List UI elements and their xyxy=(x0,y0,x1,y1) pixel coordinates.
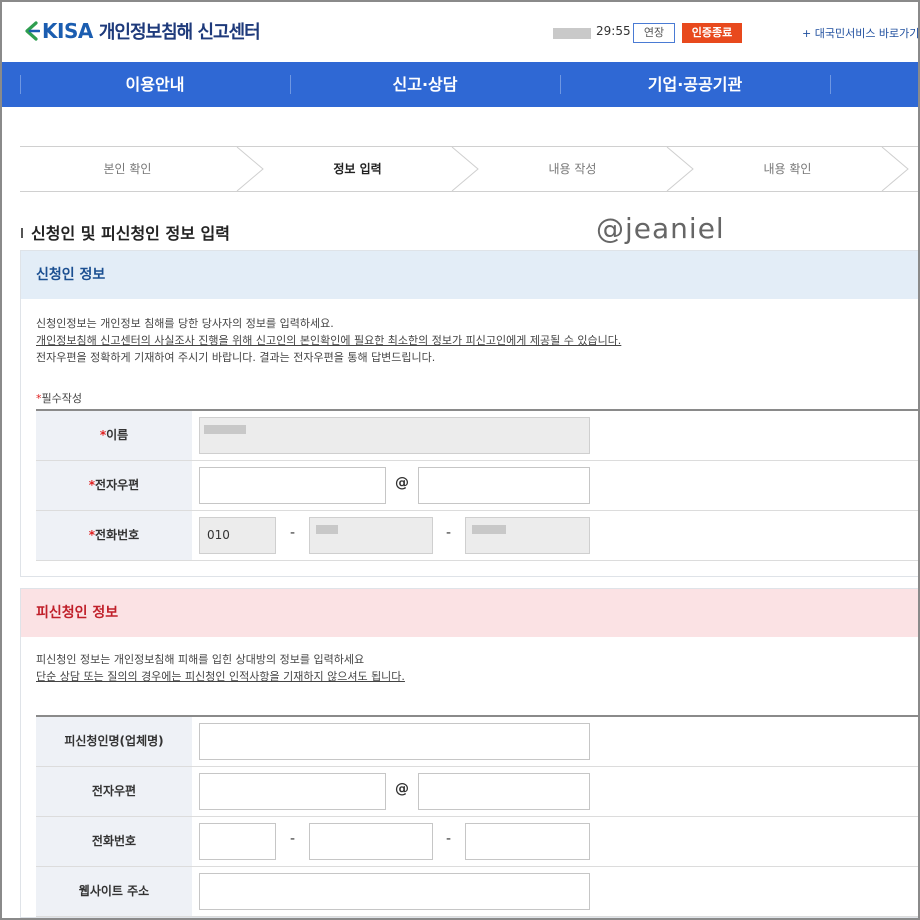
applicant-heading: 신청인 정보 xyxy=(21,251,920,299)
respondent-website-label: 웹사이트 주소 xyxy=(36,867,192,916)
top-bar: KISA 개인정보침해 신고센터 29:55 연장 인증종료 + 대국민서비스 … xyxy=(0,0,920,62)
step-content-write: 내용 작성 xyxy=(548,162,597,176)
step-identity: 본인 확인 xyxy=(103,162,152,176)
respondent-name-label: 피신청인명(업체명) xyxy=(36,717,192,766)
respondent-email-row: 전자우편 @ xyxy=(36,767,920,817)
required-note-text: 필수작성 xyxy=(41,392,82,405)
redacted-phone-last xyxy=(472,525,506,534)
respondent-desc-1: 피신청인 정보는 개인정보침해 피해를 입힌 상대방의 정보를 입력하세요 xyxy=(36,653,365,666)
site-logo[interactable]: KISA 개인정보침해 신고센터 xyxy=(24,18,261,44)
applicant-phone-last-input[interactable] xyxy=(465,517,590,554)
session-timer: 29:55 xyxy=(596,24,631,38)
nav-divider xyxy=(830,75,831,94)
applicant-name-label: *이름 xyxy=(36,411,192,460)
applicant-desc-2: 개인정보침해 신고센터의 사실조사 진행을 위해 신고인의 본인확인에 필요한 … xyxy=(36,334,622,347)
respondent-email-label: 전자우편 xyxy=(36,767,192,816)
respondent-website-row: 웹사이트 주소 xyxy=(36,867,920,917)
applicant-email-domain-input[interactable] xyxy=(418,467,590,504)
applicant-name-row: *이름 xyxy=(36,411,920,461)
redacted-name xyxy=(204,425,246,434)
at-sign: @ xyxy=(395,475,409,491)
applicant-phone-prefix-input[interactable]: 010 xyxy=(199,517,276,554)
dash: - xyxy=(446,525,452,541)
applicant-name-input[interactable] xyxy=(199,417,590,454)
dash: - xyxy=(446,831,452,847)
respondent-desc-2: 단순 상담 또는 질의의 경우에는 피신청인 인적사항을 기재하지 않으셔도 됩… xyxy=(36,670,405,683)
respondent-phone-prefix-input[interactable] xyxy=(199,823,276,860)
main-nav: 이용안내 신고·상담 기업·공공기관 xyxy=(0,62,920,107)
dash: - xyxy=(290,831,296,847)
section-title-text: 신청인 및 피신청인 정보 입력 xyxy=(31,224,230,243)
applicant-phone-label: *전화번호 xyxy=(36,511,192,560)
redacted-user-name xyxy=(553,28,591,39)
step-chevron-icon xyxy=(881,147,909,191)
applicant-phone-row: *전화번호 010 - - xyxy=(36,511,920,561)
nav-item-business[interactable]: 기업·공공기관 xyxy=(560,62,830,107)
dash: - xyxy=(290,525,296,541)
respondent-heading: 피신청인 정보 xyxy=(21,589,920,637)
respondent-phone-row: 전화번호 - - xyxy=(36,817,920,867)
respondent-email-id-input[interactable] xyxy=(199,773,386,810)
extend-session-button[interactable]: 연장 xyxy=(633,23,675,43)
nav-item-guide[interactable]: 이용안내 xyxy=(20,62,290,107)
required-note: *필수작성 xyxy=(36,390,82,406)
applicant-email-label: *전자우편 xyxy=(36,461,192,510)
nav-item-report[interactable]: 신고·상담 xyxy=(290,62,560,107)
applicant-phone-mid-input[interactable] xyxy=(309,517,433,554)
applicant-desc-1: 신청인정보는 개인정보 침해를 당한 당사자의 정보를 입력하세요. xyxy=(36,317,334,330)
respondent-phone-last-input[interactable] xyxy=(465,823,590,860)
applicant-form: *이름 *전자우편 @ *전화번호 010 - - xyxy=(36,409,920,561)
respondent-form: 피신청인명(업체명) 전자우편 @ 전화번호 - - 웹사이트 주소 xyxy=(36,715,920,917)
respondent-phone-mid-input[interactable] xyxy=(309,823,433,860)
at-sign: @ xyxy=(395,781,409,797)
respondent-name-row: 피신청인명(업체명) xyxy=(36,717,920,767)
step-content-confirm: 내용 확인 xyxy=(763,162,812,176)
applicant-email-row: *전자우편 @ xyxy=(36,461,920,511)
watermark: @jeaniel xyxy=(596,212,725,245)
progress-steps: 본인 확인 정보 입력 내용 작성 내용 확인 xyxy=(20,146,920,192)
title-bullet xyxy=(21,228,23,238)
applicant-desc-3: 전자우편을 정확하게 기재하여 주시기 바랍니다. 결과는 전자우편을 통해 답… xyxy=(36,351,436,364)
applicant-email-id-input[interactable] xyxy=(199,467,386,504)
redacted-phone-mid xyxy=(316,525,338,534)
section-title: 신청인 및 피신청인 정보 입력 xyxy=(21,220,230,244)
gov-service-link[interactable]: + 대국민서비스 바로가기 xyxy=(802,25,919,41)
logo-title: 개인정보침해 신고센터 xyxy=(98,22,261,43)
respondent-website-input[interactable] xyxy=(199,873,590,910)
respondent-name-input[interactable] xyxy=(199,723,590,760)
respondent-email-domain-input[interactable] xyxy=(418,773,590,810)
logo-kisa-text: KISA xyxy=(42,19,93,43)
respondent-phone-label: 전화번호 xyxy=(36,817,192,866)
kisa-logo-icon xyxy=(25,21,40,41)
step-info-input: 정보 입력 xyxy=(333,162,382,176)
end-auth-button[interactable]: 인증종료 xyxy=(682,23,742,43)
